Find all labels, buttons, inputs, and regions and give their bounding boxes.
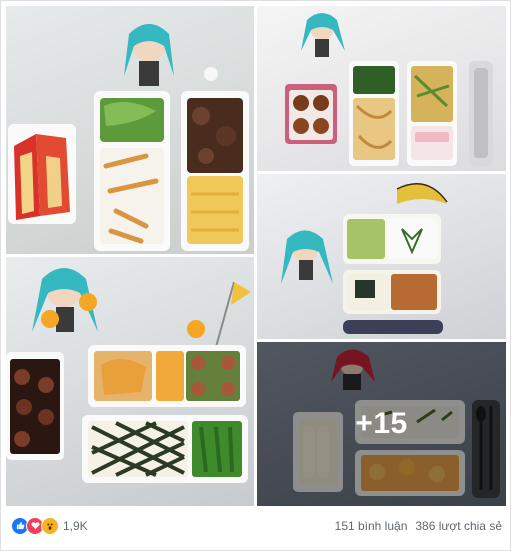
shares-count-link[interactable]: 386 lượt chia sẻ <box>415 519 502 533</box>
photo-5-more[interactable]: +15 <box>257 342 506 506</box>
reaction-count: 1,9K <box>63 518 88 533</box>
more-photos-overlay[interactable]: +15 <box>257 342 506 506</box>
wow-icon <box>41 516 59 535</box>
photo-3[interactable] <box>257 174 506 339</box>
bento-photo-2-art <box>285 13 493 166</box>
reaction-icons <box>11 516 59 535</box>
comments-count-link[interactable]: 151 bình luận <box>335 519 408 533</box>
bento-photo-1-art <box>8 24 249 251</box>
bento-photo-4-art <box>6 268 251 483</box>
photo-2[interactable] <box>257 6 506 171</box>
bento-photo-3-art <box>281 183 448 334</box>
photo-4[interactable] <box>6 257 254 506</box>
more-photos-count: +15 <box>355 407 408 440</box>
photo-grid: +15 <box>6 6 506 506</box>
photo-1[interactable] <box>6 6 254 254</box>
reactions-summary[interactable]: 1,9K <box>11 516 88 535</box>
engagement-counts: 151 bình luận 386 lượt chia sẻ <box>335 519 502 533</box>
post-footer: 1,9K 151 bình luận 386 lượt chia sẻ <box>1 509 511 542</box>
post-card: +15 1,9K 151 bình luận 386 lượt chia sẻ <box>0 0 511 551</box>
